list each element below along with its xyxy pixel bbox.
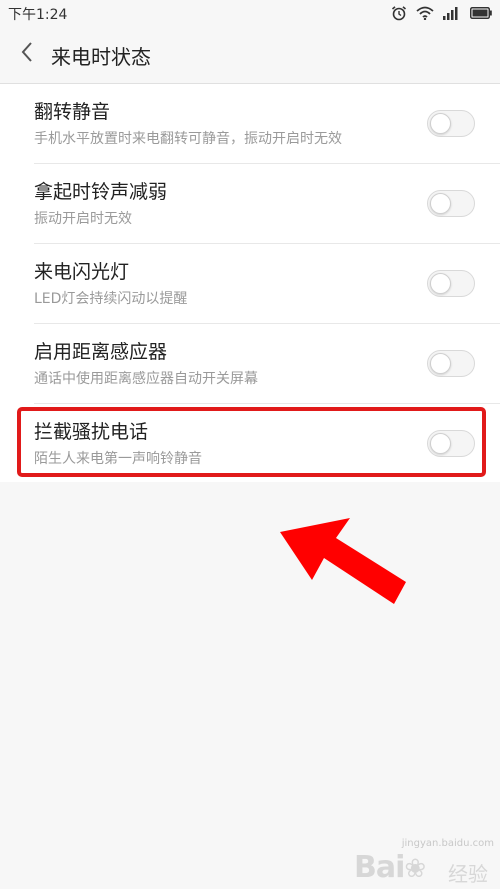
chevron-left-icon [20, 41, 34, 67]
red-arrow-annotation [280, 518, 406, 604]
watermark-logo: Bai❀ [354, 850, 426, 885]
setting-row-flip-mute[interactable]: 翻转静音 手机水平放置时来电翻转可静音，振动开启时无效 [0, 84, 500, 164]
proximity-sensor-toggle[interactable] [427, 350, 475, 377]
setting-subtitle: LED灯会持续闪动以提醒 [34, 291, 188, 307]
battery-icon [470, 7, 492, 19]
paw-icon: ❀ [404, 854, 426, 884]
setting-row-pickup-quiet[interactable]: 拿起时铃声减弱 振动开启时无效 [0, 164, 500, 244]
toggle-knob [430, 193, 451, 214]
wifi-icon [416, 6, 434, 20]
status-bar: 下午1:24 [0, 0, 500, 26]
watermark-logo-suffix: 经验 [448, 862, 488, 886]
signal-icon [443, 6, 461, 20]
flash-light-toggle[interactable] [427, 270, 475, 297]
watermark-url: jingyan.baidu.com [401, 838, 494, 849]
setting-subtitle: 通话中使用距离感应器自动开关屏幕 [34, 371, 258, 387]
settings-list: 翻转静音 手机水平放置时来电翻转可静音，振动开启时无效 拿起时铃声减弱 振动开启… [0, 84, 500, 482]
toggle-knob [430, 273, 451, 294]
page-title: 来电时状态 [51, 45, 151, 69]
alarm-icon [391, 5, 407, 21]
setting-title: 拿起时铃声减弱 [34, 181, 168, 203]
setting-row-proximity-sensor[interactable]: 启用距离感应器 通话中使用距离感应器自动开关屏幕 [0, 324, 500, 404]
status-time: 下午1:24 [8, 7, 68, 23]
back-button[interactable] [12, 36, 42, 72]
setting-row-block-spam-calls[interactable]: 拦截骚扰电话 陌生人来电第一声响铃静音 [0, 404, 500, 484]
status-icons [391, 4, 492, 22]
app-header: 来电时状态 [0, 26, 500, 84]
toggle-knob [430, 353, 451, 374]
flip-mute-toggle[interactable] [427, 110, 475, 137]
setting-title: 拦截骚扰电话 [34, 421, 149, 443]
block-spam-calls-toggle[interactable] [427, 430, 475, 457]
setting-subtitle: 陌生人来电第一声响铃静音 [34, 451, 202, 467]
toggle-knob [430, 433, 451, 454]
setting-subtitle: 手机水平放置时来电翻转可静音，振动开启时无效 [34, 131, 342, 147]
setting-subtitle: 振动开启时无效 [34, 211, 132, 227]
setting-title: 启用距离感应器 [34, 341, 168, 363]
setting-title: 翻转静音 [34, 101, 111, 123]
setting-row-flash-light[interactable]: 来电闪光灯 LED灯会持续闪动以提醒 [0, 244, 500, 324]
toggle-knob [430, 113, 451, 134]
setting-title: 来电闪光灯 [34, 261, 130, 283]
pickup-quiet-toggle[interactable] [427, 190, 475, 217]
watermark-logo-text: Bai [354, 850, 405, 885]
baidu-watermark: jingyan.baidu.com Bai❀ 经验 [350, 838, 500, 889]
